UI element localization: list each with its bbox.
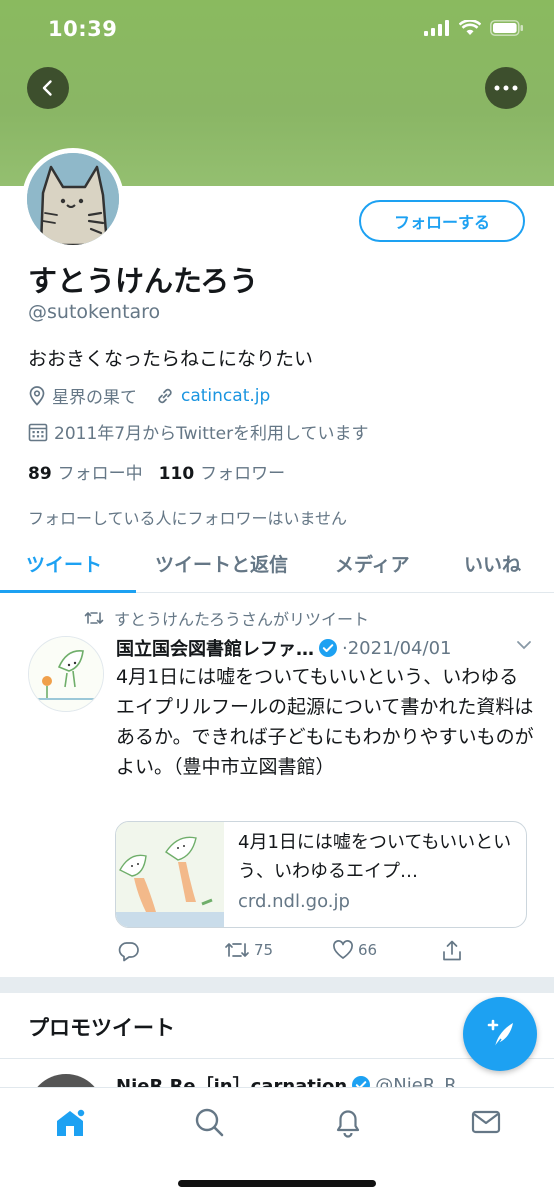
home-indicator xyxy=(178,1180,376,1187)
profile-tabs: ツイート ツイートと返信 メディア いいね xyxy=(0,537,554,593)
profile-name: すとうけんたろう xyxy=(28,264,259,298)
promoted-separator xyxy=(0,1058,554,1059)
like-count: 66 xyxy=(358,941,378,959)
active-tab-indicator xyxy=(0,590,136,593)
tweet-actions: 75 66 xyxy=(0,940,554,966)
following-label: フォロー中 xyxy=(57,464,143,484)
share-button[interactable] xyxy=(441,940,463,962)
like-button[interactable]: 66 xyxy=(332,940,377,960)
cat-avatar-image xyxy=(27,153,119,245)
link-card-image xyxy=(116,822,224,927)
mail-icon xyxy=(471,1110,501,1134)
nav-messages[interactable] xyxy=(470,1106,502,1142)
nav-notifications[interactable] xyxy=(332,1106,364,1142)
location-pin-icon xyxy=(29,385,45,406)
chevron-left-icon xyxy=(42,80,52,96)
signal-icon xyxy=(424,20,449,36)
nav-home[interactable] xyxy=(53,1106,87,1144)
promoted-section-title: プロモツイート xyxy=(28,1016,175,1040)
status-icons xyxy=(424,20,524,36)
reply-icon xyxy=(118,942,139,962)
chevron-down-icon[interactable] xyxy=(516,640,532,650)
search-icon xyxy=(195,1108,224,1137)
section-divider xyxy=(0,977,554,993)
more-horizontal-icon xyxy=(494,85,518,91)
tweet-text: 4月1日には嘘をついてもいいという、いわゆるエイプリルフールの起源について書かれ… xyxy=(116,666,534,778)
tab-likes[interactable]: いいね xyxy=(464,550,521,577)
verified-badge-icon xyxy=(319,639,337,657)
compose-tweet-button[interactable] xyxy=(463,997,537,1071)
profile-bio: おおきくなったらねこになりたい xyxy=(28,348,314,370)
profile-meta-joined: 2011年7月からTwitterを利用しています xyxy=(28,419,369,444)
more-options-button[interactable] xyxy=(485,67,527,109)
status-time: 10:39 xyxy=(48,17,118,41)
compose-feather-icon xyxy=(487,1019,513,1048)
status-bar: 10:39 xyxy=(0,0,554,62)
followers-label: フォロワー xyxy=(200,464,286,484)
home-icon xyxy=(57,1108,86,1136)
retweet-button[interactable]: 75 xyxy=(224,940,273,960)
tweet-author-name[interactable]: 国立国会図書館レファ… xyxy=(116,635,314,661)
tweet-header: 国立国会図書館レファ… ·2021/04/01 xyxy=(116,635,536,661)
profile-location: 星界の果て xyxy=(52,388,137,408)
tweet-author-avatar[interactable] xyxy=(28,636,104,712)
retweet-icon xyxy=(225,943,249,957)
profile-meta-location-website: 星界の果て catincat.jp xyxy=(28,383,270,408)
profile-joined: 2011年7月からTwitterを利用しています xyxy=(54,424,369,444)
wifi-icon xyxy=(459,20,481,35)
bell-icon xyxy=(336,1110,360,1138)
follow-counts: 89 フォロー中 110 フォロワー xyxy=(28,459,285,484)
tab-tweets-replies[interactable]: ツイートと返信 xyxy=(155,550,288,577)
heart-icon xyxy=(333,940,353,959)
back-button[interactable] xyxy=(27,67,69,109)
profile-handle: @sutokentaro xyxy=(28,301,161,323)
follow-button[interactable]: フォローする xyxy=(359,200,525,242)
link-icon xyxy=(158,388,172,403)
following-link[interactable]: 89 フォロー中 xyxy=(28,464,143,484)
link-card-title: 4月1日には嘘をついてもいいという、いわゆるエイプ… xyxy=(238,832,512,882)
link-card-domain: crd.ndl.go.jp xyxy=(238,891,350,912)
retweet-count: 75 xyxy=(254,941,274,959)
followers-count: 110 xyxy=(158,464,195,484)
no-mutual-followers-text: フォローしている人にフォロワーはいません xyxy=(28,509,348,528)
retweet-context: すとうけんたろうさんがリツイート xyxy=(84,606,369,630)
profile-website-link[interactable]: catincat.jp xyxy=(181,386,270,406)
retweet-icon xyxy=(84,612,104,624)
followers-link[interactable]: 110 フォロワー xyxy=(159,464,286,484)
tab-tweets[interactable]: ツイート xyxy=(26,550,102,577)
retweeted-by-text: すとうけんたろうさんがリツイート xyxy=(114,610,370,629)
tab-media[interactable]: メディア xyxy=(335,550,410,577)
calendar-icon xyxy=(28,423,48,441)
link-card[interactable]: 4月1日には嘘をついてもいいという、いわゆるエイプ… crd.ndl.go.jp xyxy=(115,821,527,928)
tweet-date: ·2021/04/01 xyxy=(342,637,452,659)
nav-search[interactable] xyxy=(193,1106,225,1142)
reply-button[interactable] xyxy=(118,940,140,962)
following-count: 89 xyxy=(28,464,52,484)
battery-icon xyxy=(490,20,523,36)
share-icon xyxy=(443,940,461,961)
profile-avatar[interactable] xyxy=(22,148,124,250)
